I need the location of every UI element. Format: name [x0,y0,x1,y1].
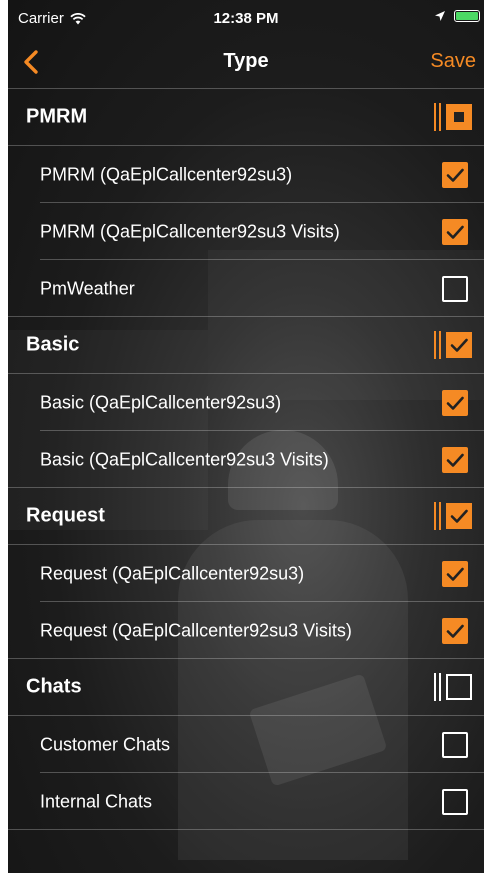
type-option-row[interactable]: Customer Chats [8,716,484,773]
section-header-chats: Chats [8,659,484,716]
checkmark-icon [446,453,464,467]
type-option-label: Basic (QaEplCallcenter92su3 Visits) [40,449,329,469]
type-option-row[interactable]: Basic (QaEplCallcenter92su3 Visits) [8,431,484,488]
toggle-bar-icon [439,103,441,131]
type-option-row[interactable]: Basic (QaEplCallcenter92su3) [8,374,484,431]
section-header-request: Request [8,488,484,545]
option-checkbox[interactable] [442,218,468,245]
toggle-bar-icon [439,673,441,701]
toggle-bar-icon [439,331,441,359]
option-checkbox[interactable] [442,389,468,416]
option-checkbox[interactable] [442,446,468,473]
toggle-bar-icon [434,331,436,359]
section-header-pmrm: PMRM [8,89,484,146]
type-option-label: Basic (QaEplCallcenter92su3) [40,392,282,412]
type-option-label: Request (QaEplCallcenter92su3 Visits) [40,620,352,640]
type-option-row[interactable]: PmWeather [8,260,484,317]
type-option-row[interactable]: PMRM (QaEplCallcenter92su3 Visits) [8,203,484,260]
type-option-label: Request (QaEplCallcenter92su3) [40,563,305,583]
status-right [434,10,480,22]
checkmark-icon [446,168,464,182]
option-checkbox[interactable] [442,617,468,644]
save-button[interactable]: Save [430,50,476,73]
partial-select-icon [446,104,472,130]
type-option-row[interactable]: Internal Chats [8,773,484,830]
location-arrow-icon [435,11,445,21]
checkmark-icon [450,509,468,523]
type-option-label: PMRM (QaEplCallcenter92su3) [40,164,293,184]
option-checkbox[interactable] [442,788,468,815]
toggle-bar-icon [439,502,441,530]
select-all-toggle[interactable] [434,502,472,530]
type-option-label: PmWeather [40,278,135,298]
select-all-toggle[interactable] [434,331,472,359]
page-title: Type [223,50,269,72]
none-selected-icon [446,674,472,700]
type-option-row[interactable]: Request (QaEplCallcenter92su3 Visits) [8,602,484,659]
section-title: PMRM [26,105,88,128]
checkmark-icon [446,396,464,410]
status-time: 12:38 PM [213,10,279,27]
section-header-basic: Basic [8,317,484,374]
phone-screen: Carrier 12:38 PM Type Save PMRM PMRM (QaE… [8,0,484,873]
type-option-label: Internal Chats [40,791,153,811]
section-title: Request [26,504,105,527]
checkmark-icon [446,567,464,581]
all-selected-icon [446,503,472,529]
toggle-bar-icon [434,673,436,701]
battery-icon [454,10,480,22]
checkmark-icon [446,624,464,638]
checkmark-icon [450,338,468,352]
select-all-toggle[interactable] [434,103,472,131]
section-title: Chats [26,675,82,698]
section-title: Basic [26,333,80,356]
select-all-toggle[interactable] [434,673,472,701]
type-option-row[interactable]: PMRM (QaEplCallcenter92su3) [8,146,484,203]
status-bar: Carrier 12:38 PM [8,0,484,36]
all-selected-icon [446,332,472,358]
option-checkbox[interactable] [442,161,468,188]
type-list: PMRM PMRM (QaEplCallcenter92su3) PMRM (QaE… [8,89,484,830]
type-option-label: Customer Chats [40,734,171,754]
navigation-bar: Type Save [8,36,484,89]
toggle-bar-icon [434,502,436,530]
type-option-row[interactable]: Request (QaEplCallcenter92su3) [8,545,484,602]
type-option-label: PMRM (QaEplCallcenter92su3 Visits) [40,221,340,241]
option-checkbox[interactable] [442,731,468,758]
option-checkbox[interactable] [442,275,468,302]
checkmark-icon [446,225,464,239]
toggle-bar-icon [434,103,436,131]
option-checkbox[interactable] [442,560,468,587]
